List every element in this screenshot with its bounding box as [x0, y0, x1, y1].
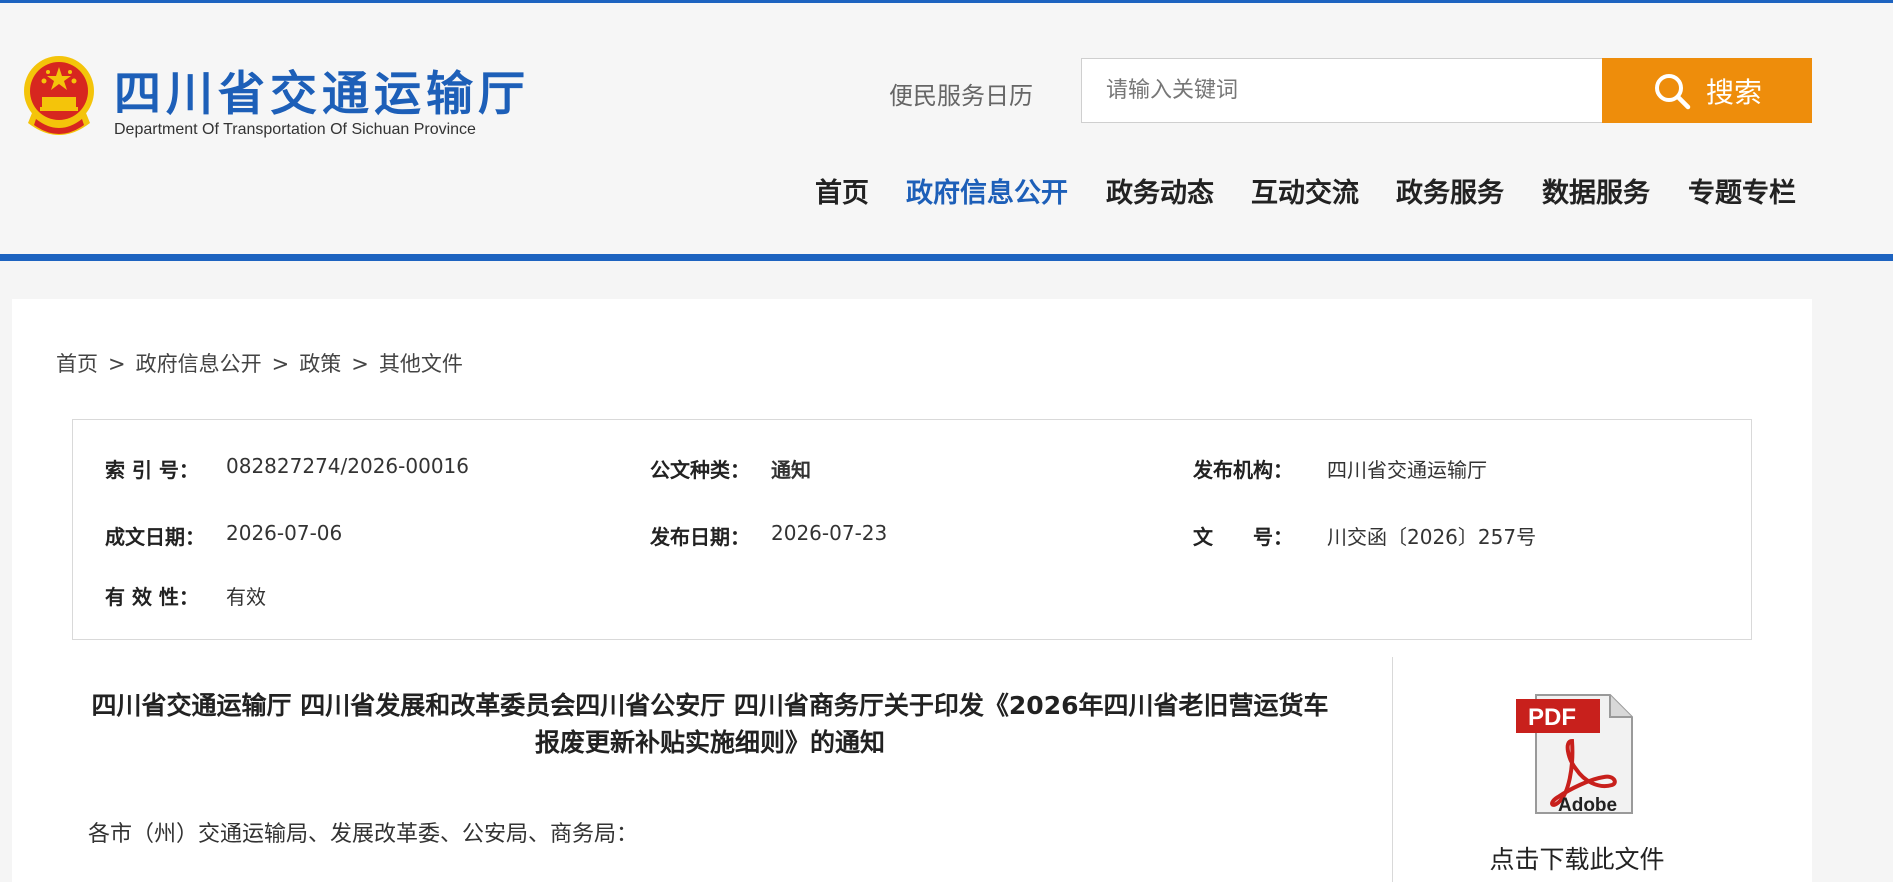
breadcrumb-separator: >: [351, 352, 369, 376]
site-subtitle: Department Of Transportation Of Sichuan …: [114, 121, 476, 138]
breadcrumb: 首页 > 政府信息公开 > 政策 > 其他文件: [56, 348, 463, 378]
nav-item-services[interactable]: 政务服务: [1396, 171, 1504, 210]
breadcrumb-separator: >: [271, 352, 290, 376]
adobe-text: Adobe: [1558, 795, 1617, 816]
created-date-value: 2026-07-06: [226, 521, 343, 545]
document-title: 四川省交通运输厅 四川省发展和改革委员会四川省公安厅 四川省商务厅关于印发《20…: [80, 687, 1340, 761]
header-divider: [0, 254, 1893, 261]
document-greeting: 各市（州）交通运输局、发展改革委、公安局、商务局：: [88, 822, 639, 847]
validity-value: 有效: [226, 585, 266, 609]
nav-item-gov-info[interactable]: 政府信息公开: [906, 171, 1068, 210]
nav-item-home[interactable]: 首页: [815, 171, 869, 210]
validity-label: 有 效 性：: [105, 585, 199, 609]
site-title: 四川省交通运输厅: [114, 67, 530, 122]
breadcrumb-item-home[interactable]: 首页: [56, 352, 98, 376]
breadcrumb-item-policy[interactable]: 政策: [299, 352, 341, 376]
index-number-value: 082827274/2026-00016: [226, 454, 469, 478]
search-box: [1081, 58, 1603, 123]
download-file-link[interactable]: 点击下载此文件: [1482, 840, 1672, 876]
breadcrumb-separator: >: [108, 352, 126, 376]
search-input[interactable]: [1082, 59, 1603, 122]
pdf-badge-text: PDF: [1528, 704, 1576, 731]
main-nav: 首页 政府信息公开 政务动态 互动交流 政务服务 数据服务 专题专栏: [0, 171, 1893, 211]
search-icon: [1654, 73, 1691, 109]
doc-type-label: 公文种类：: [650, 458, 750, 482]
national-emblem-icon[interactable]: [18, 53, 100, 143]
issuer-label: 发布机构：: [1193, 458, 1293, 482]
document-title-line-1: 四川省交通运输厅 四川省发展和改革委员会四川省公安厅 四川省商务厅关于印发《20…: [91, 691, 1329, 720]
doc-number-label: 文 号：: [1193, 525, 1293, 549]
sidebar-divider: [1392, 657, 1393, 882]
published-date-value: 2026-07-23: [771, 521, 888, 545]
published-date-label: 发布日期：: [650, 525, 750, 549]
nav-item-interaction[interactable]: 互动交流: [1251, 171, 1359, 210]
document-title-line-2: 报废更新补贴实施细则》的通知: [534, 728, 885, 757]
breadcrumb-item-other-files[interactable]: 其他文件: [379, 352, 463, 376]
issuer-value: 四川省交通运输厅: [1327, 458, 1487, 482]
doc-type-value: 通知: [771, 458, 811, 482]
nav-item-topics[interactable]: 专题专栏: [1688, 171, 1796, 210]
nav-item-news[interactable]: 政务动态: [1106, 171, 1214, 210]
site-header: 四川省交通运输厅 Department Of Transportation Of…: [0, 3, 1893, 255]
doc-number-value: 川交函〔2026〕257号: [1327, 525, 1537, 549]
service-calendar-link[interactable]: 便民服务日历: [889, 76, 1033, 111]
article-panel: 首页 > 政府信息公开 > 政策 > 其他文件 索 引 号： 082827274/2026-…: [12, 299, 1812, 882]
index-number-label: 索 引 号：: [105, 458, 199, 482]
breadcrumb-item-gov-info[interactable]: 政府信息公开: [136, 352, 262, 376]
created-date-label: 成文日期：: [105, 525, 205, 549]
search-button[interactable]: 搜索: [1602, 58, 1812, 123]
document-metadata: 索 引 号： 082827274/2026-00016 公文种类： 通知 发布机…: [72, 419, 1752, 640]
nav-item-data[interactable]: 数据服务: [1542, 171, 1650, 210]
search-button-label: 搜索: [1705, 75, 1762, 109]
pdf-file-icon[interactable]: PDF Adobe: [1514, 689, 1638, 817]
